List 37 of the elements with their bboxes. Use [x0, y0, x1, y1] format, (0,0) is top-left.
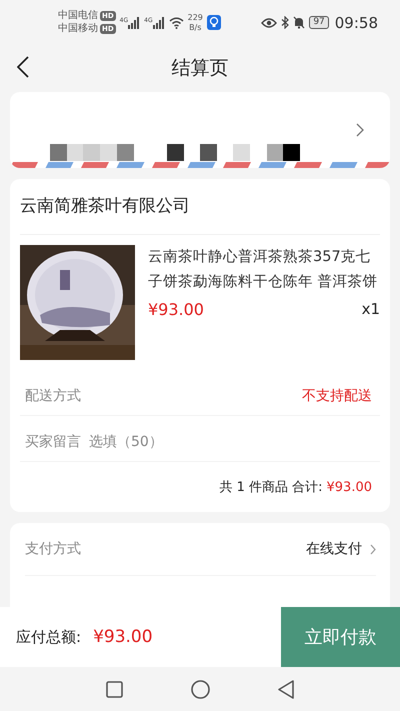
row-label: 配送方式 [25, 387, 81, 405]
back-icon[interactable] [278, 680, 294, 698]
speed-unit: B/s [189, 22, 202, 32]
payment-value: 在线支付 [306, 540, 362, 558]
message-input[interactable]: 选填（50） [89, 430, 380, 454]
pay-button[interactable]: 立即付款 [281, 607, 400, 667]
product-quantity: x1 [362, 300, 380, 319]
network-speed: 229 [188, 12, 203, 22]
summary-amount: ¥93.00 [326, 480, 372, 494]
total-amount: ¥93.00 [93, 627, 153, 647]
product-price: ¥93.00 [148, 300, 204, 319]
signal-icon [152, 16, 165, 28]
carrier-name: 中国电信 [58, 10, 98, 22]
shop-name: 云南简雅茶叶有限公司 [20, 179, 380, 235]
clock: 09:58 [334, 14, 378, 32]
address-card[interactable] [10, 92, 390, 168]
total-label: 应付总额: [16, 628, 82, 646]
battery-icon: 97 [309, 16, 329, 29]
eye-icon [261, 18, 278, 28]
summary-text: 共 1 件商品 合计: [219, 479, 322, 496]
carrier-name: 中国移动 [58, 23, 98, 35]
lightbulb-icon [206, 15, 221, 30]
bluetooth-icon [281, 16, 290, 29]
payment-row[interactable]: 支付方式 在线支付 [25, 523, 376, 576]
recent-apps-icon[interactable] [106, 680, 123, 698]
back-icon[interactable] [17, 56, 29, 78]
muted-bell-icon [293, 16, 306, 29]
row-label: 买家留言 [25, 433, 81, 451]
product-title: 云南茶叶静心普洱茶熟茶357克七子饼茶勐海陈料干仓陈年 普洱茶饼 [148, 248, 379, 292]
home-icon[interactable] [191, 680, 210, 698]
delivery-value: 不支持配送 [302, 387, 373, 405]
chevron-right-icon [356, 123, 364, 137]
chevron-right-icon [370, 544, 376, 554]
signal-icon [128, 16, 140, 28]
wifi-icon [168, 16, 184, 28]
row-label: 支付方式 [25, 540, 81, 558]
page-title: 结算页 [172, 56, 228, 80]
